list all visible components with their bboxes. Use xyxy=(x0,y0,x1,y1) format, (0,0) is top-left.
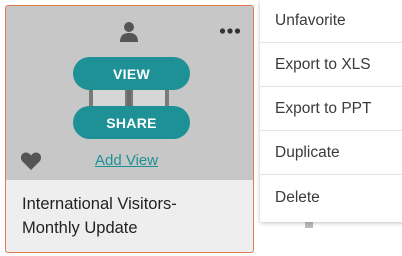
menu-item-export-xls[interactable]: Export to XLS xyxy=(260,44,402,87)
menu-item-export-ppt[interactable]: Export to PPT xyxy=(260,88,402,131)
card-title: International Visitors- Monthly Update xyxy=(22,192,242,240)
card-title-line-1: International Visitors- xyxy=(22,195,177,213)
share-button[interactable]: SHARE xyxy=(73,106,190,139)
add-view-link[interactable]: Add View xyxy=(95,152,158,169)
user-icon xyxy=(120,22,138,42)
menu-item-delete[interactable]: Delete xyxy=(260,176,402,219)
dashboard-card[interactable]: VIEW SHARE Add View International Visito… xyxy=(5,5,254,253)
card-options-menu: Unfavorite Export to XLS Export to PPT D… xyxy=(260,0,402,222)
menu-item-unfavorite[interactable]: Unfavorite xyxy=(260,0,402,43)
card-thumbnail: VIEW SHARE Add View xyxy=(6,6,253,180)
view-button[interactable]: VIEW xyxy=(73,57,190,90)
card-title-line-2: Monthly Update xyxy=(22,219,138,237)
dashboard-stage: VIEW SHARE Add View International Visito… xyxy=(0,0,402,256)
heart-icon[interactable] xyxy=(20,151,42,171)
more-options-icon[interactable] xyxy=(219,26,241,36)
background-fragment xyxy=(305,222,313,228)
menu-item-duplicate[interactable]: Duplicate xyxy=(260,132,402,175)
